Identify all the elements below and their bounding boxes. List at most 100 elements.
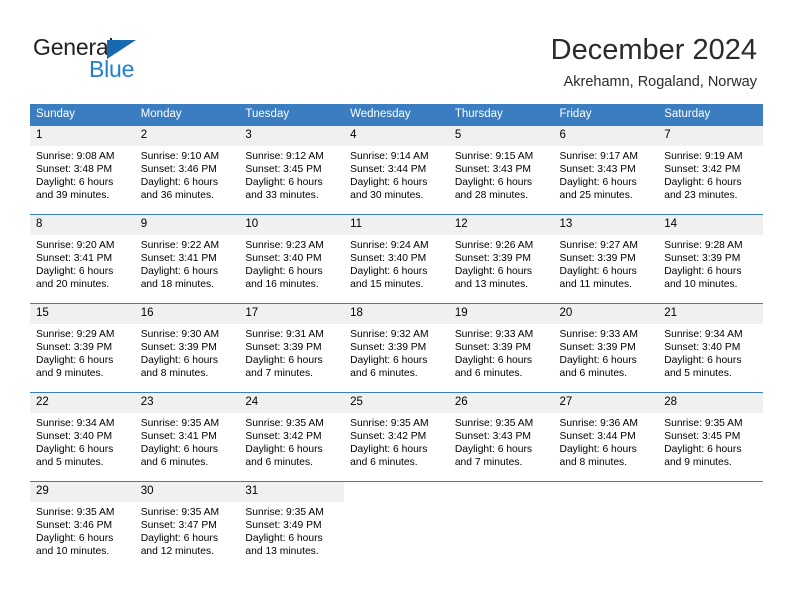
daylight-line: Daylight: 6 hours [350, 177, 428, 189]
calendar-day-cell[interactable]: 24 Sunrise: 9:35 AM Sunset: 3:42 PM Dayligh… [239, 392, 345, 482]
sunset-line: Sunset: 3:43 PM [559, 164, 636, 176]
daylight-line: Daylight: 6 hours [245, 444, 323, 456]
day-details: Sunrise: 9:24 AM Sunset: 3:40 PM Daylight:… [344, 235, 449, 303]
day-details: Sunrise: 9:35 AM Sunset: 3:47 PM Daylight:… [135, 502, 240, 570]
calendar-day-cell[interactable]: 31 Sunrise: 9:35 AM Sunset: 3:49 PM Dayligh… [239, 481, 345, 570]
day-details: Sunrise: 9:31 AM Sunset: 3:39 PM Daylight:… [239, 324, 344, 392]
daylight-line-cont: and 6 minutes. [350, 457, 418, 469]
calendar-day-cell[interactable]: 15 Sunrise: 9:29 AM Sunset: 3:39 PM Dayligh… [30, 303, 135, 393]
calendar-day-cell[interactable]: 11 Sunrise: 9:24 AM Sunset: 3:40 PM Dayligh… [344, 214, 449, 304]
daylight-line: Daylight: 6 hours [664, 444, 742, 456]
calendar-day-cell[interactable]: 25 Sunrise: 9:35 AM Sunset: 3:42 PM Dayligh… [344, 392, 449, 482]
daylight-line: Daylight: 6 hours [454, 444, 533, 456]
daylight-line-cont: and 33 minutes. [245, 190, 319, 202]
calendar-day-cell[interactable]: 21 Sunrise: 9:34 AM Sunset: 3:40 PM Dayligh… [658, 303, 763, 393]
day-number: 15 [30, 304, 135, 324]
calendar-day-cell[interactable]: 23 Sunrise: 9:35 AM Sunset: 3:41 PM Dayligh… [134, 392, 240, 482]
daylight-line-cont: and 20 minutes. [36, 279, 110, 291]
sunrise-line: Sunrise: 9:24 AM [350, 240, 429, 251]
calendar-day-cell[interactable]: 4 Sunrise: 9:14 AM Sunset: 3:44 PM Daylight… [344, 126, 449, 215]
weekday-header-thursday: Thursday [448, 104, 554, 126]
day-details: Sunrise: 9:12 AM Sunset: 3:45 PM Daylight:… [239, 146, 344, 214]
daylight-line-cont: and 6 minutes. [454, 368, 523, 380]
daylight-line: Daylight: 6 hours [36, 444, 114, 456]
calendar-day-cell[interactable]: 22 Sunrise: 9:34 AM Sunset: 3:40 PM Dayligh… [30, 392, 135, 482]
daylight-line-cont: and 7 minutes. [454, 457, 523, 469]
day-number [553, 482, 659, 502]
daylight-line: Daylight: 6 hours [140, 266, 218, 278]
day-number: 28 [658, 393, 763, 413]
day-details: Sunrise: 9:33 AM Sunset: 3:39 PM Daylight:… [554, 324, 659, 392]
day-details: Sunrise: 9:36 AM Sunset: 3:44 PM Daylight:… [554, 413, 659, 481]
sunset-line: Sunset: 3:44 PM [559, 431, 636, 443]
location-subtitle: Akrehamn, Rogaland, Norway [563, 74, 757, 90]
calendar-day-cell[interactable]: 14 Sunrise: 9:28 AM Sunset: 3:39 PM Dayligh… [658, 214, 763, 304]
general-blue-logo[interactable]: General Blue [33, 36, 233, 88]
weekday-header-row: Sunday Monday Tuesday Wednesday Thursday… [30, 104, 763, 126]
sunset-line: Sunset: 3:46 PM [140, 164, 217, 176]
daylight-line: Daylight: 6 hours [664, 177, 742, 189]
daylight-line-cont: and 16 minutes. [245, 279, 319, 291]
daylight-line: Daylight: 6 hours [245, 177, 323, 189]
calendar-day-cell[interactable]: 16 Sunrise: 9:30 AM Sunset: 3:39 PM Dayligh… [134, 303, 240, 393]
daylight-line: Daylight: 6 hours [350, 266, 428, 278]
calendar-day-cell[interactable]: 6 Sunrise: 9:17 AM Sunset: 3:43 PM Daylight… [553, 126, 659, 215]
day-details: Sunrise: 9:35 AM Sunset: 3:46 PM Daylight:… [30, 502, 135, 570]
daylight-line-cont: and 10 minutes. [664, 279, 738, 291]
sunset-line: Sunset: 3:42 PM [350, 431, 427, 443]
sunset-line: Sunset: 3:44 PM [350, 164, 427, 176]
day-details: Sunrise: 9:35 AM Sunset: 3:49 PM Daylight:… [239, 502, 344, 570]
calendar-day-cell[interactable]: 3 Sunrise: 9:12 AM Sunset: 3:45 PM Daylight… [239, 126, 345, 215]
day-details: Sunrise: 9:28 AM Sunset: 3:39 PM Daylight:… [658, 235, 763, 303]
sunset-line: Sunset: 3:42 PM [664, 164, 741, 176]
daylight-line-cont: and 12 minutes. [140, 546, 214, 558]
calendar-day-cell[interactable]: 9 Sunrise: 9:22 AM Sunset: 3:41 PM Daylight… [134, 214, 240, 304]
logo-text-blue: Blue [89, 56, 135, 82]
daylight-line: Daylight: 6 hours [559, 355, 637, 367]
daylight-line: Daylight: 6 hours [559, 177, 637, 189]
calendar-day-cell[interactable]: 18 Sunrise: 9:32 AM Sunset: 3:39 PM Dayligh… [344, 303, 449, 393]
day-number: 1 [30, 126, 135, 146]
sunrise-line: Sunrise: 9:34 AM [36, 418, 115, 429]
calendar-day-cell[interactable]: 13 Sunrise: 9:27 AM Sunset: 3:39 PM Dayligh… [553, 214, 659, 304]
calendar-day-cell[interactable]: 8 Sunrise: 9:20 AM Sunset: 3:41 PM Daylight… [30, 214, 135, 304]
daylight-line-cont: and 30 minutes. [350, 190, 424, 202]
day-number: 4 [344, 126, 449, 146]
sunrise-line: Sunrise: 9:29 AM [36, 329, 115, 340]
day-number: 2 [134, 126, 240, 146]
day-number: 17 [239, 304, 345, 324]
day-details [554, 502, 659, 570]
sunset-line: Sunset: 3:49 PM [245, 520, 322, 532]
calendar-day-cell[interactable]: 20 Sunrise: 9:33 AM Sunset: 3:39 PM Dayligh… [553, 303, 659, 393]
calendar-day-cell[interactable]: 1 Sunrise: 9:08 AM Sunset: 3:48 PM Daylight… [30, 126, 135, 215]
calendar-day-cell[interactable]: 30 Sunrise: 9:35 AM Sunset: 3:47 PM Dayligh… [134, 481, 240, 570]
calendar-day-cell[interactable]: 19 Sunrise: 9:33 AM Sunset: 3:39 PM Dayligh… [448, 303, 554, 393]
daylight-line-cont: and 25 minutes. [559, 190, 633, 202]
calendar-day-cell[interactable]: 7 Sunrise: 9:19 AM Sunset: 3:42 PM Daylight… [658, 126, 763, 215]
day-details: Sunrise: 9:29 AM Sunset: 3:39 PM Daylight:… [30, 324, 135, 392]
sunrise-line: Sunrise: 9:33 AM [454, 329, 534, 340]
daylight-line: Daylight: 6 hours [664, 266, 742, 278]
sunrise-line: Sunrise: 9:10 AM [140, 151, 220, 162]
calendar-day-cell[interactable]: 17 Sunrise: 9:31 AM Sunset: 3:39 PM Dayligh… [239, 303, 345, 393]
calendar-day-cell[interactable]: 5 Sunrise: 9:15 AM Sunset: 3:43 PM Daylight… [448, 126, 554, 215]
day-details: Sunrise: 9:27 AM Sunset: 3:39 PM Daylight:… [554, 235, 659, 303]
sunrise-line: Sunrise: 9:35 AM [245, 418, 324, 429]
calendar-day-cell[interactable]: 26 Sunrise: 9:35 AM Sunset: 3:43 PM Dayligh… [448, 392, 554, 482]
daylight-line: Daylight: 6 hours [36, 177, 114, 189]
calendar-day-cell[interactable]: 10 Sunrise: 9:23 AM Sunset: 3:40 PM Dayligh… [239, 214, 345, 304]
calendar-day-cell[interactable]: 28 Sunrise: 9:35 AM Sunset: 3:45 PM Dayligh… [658, 392, 763, 482]
daylight-line-cont: and 6 minutes. [245, 457, 313, 469]
calendar-day-cell[interactable]: 29 Sunrise: 9:35 AM Sunset: 3:46 PM Dayligh… [30, 481, 135, 570]
calendar-day-cell-empty [658, 481, 763, 570]
day-number [658, 482, 763, 502]
day-number [448, 482, 554, 502]
calendar-day-cell[interactable]: 2 Sunrise: 9:10 AM Sunset: 3:46 PM Daylight… [134, 126, 240, 215]
calendar-day-cell[interactable]: 12 Sunrise: 9:26 AM Sunset: 3:39 PM Dayligh… [448, 214, 554, 304]
calendar-day-cell[interactable]: 27 Sunrise: 9:36 AM Sunset: 3:44 PM Dayligh… [553, 392, 659, 482]
day-number: 24 [239, 393, 345, 413]
day-details [344, 502, 449, 570]
day-details: Sunrise: 9:14 AM Sunset: 3:44 PM Daylight:… [344, 146, 449, 214]
sunset-line: Sunset: 3:41 PM [140, 431, 217, 443]
day-details: Sunrise: 9:19 AM Sunset: 3:42 PM Daylight:… [658, 146, 763, 214]
